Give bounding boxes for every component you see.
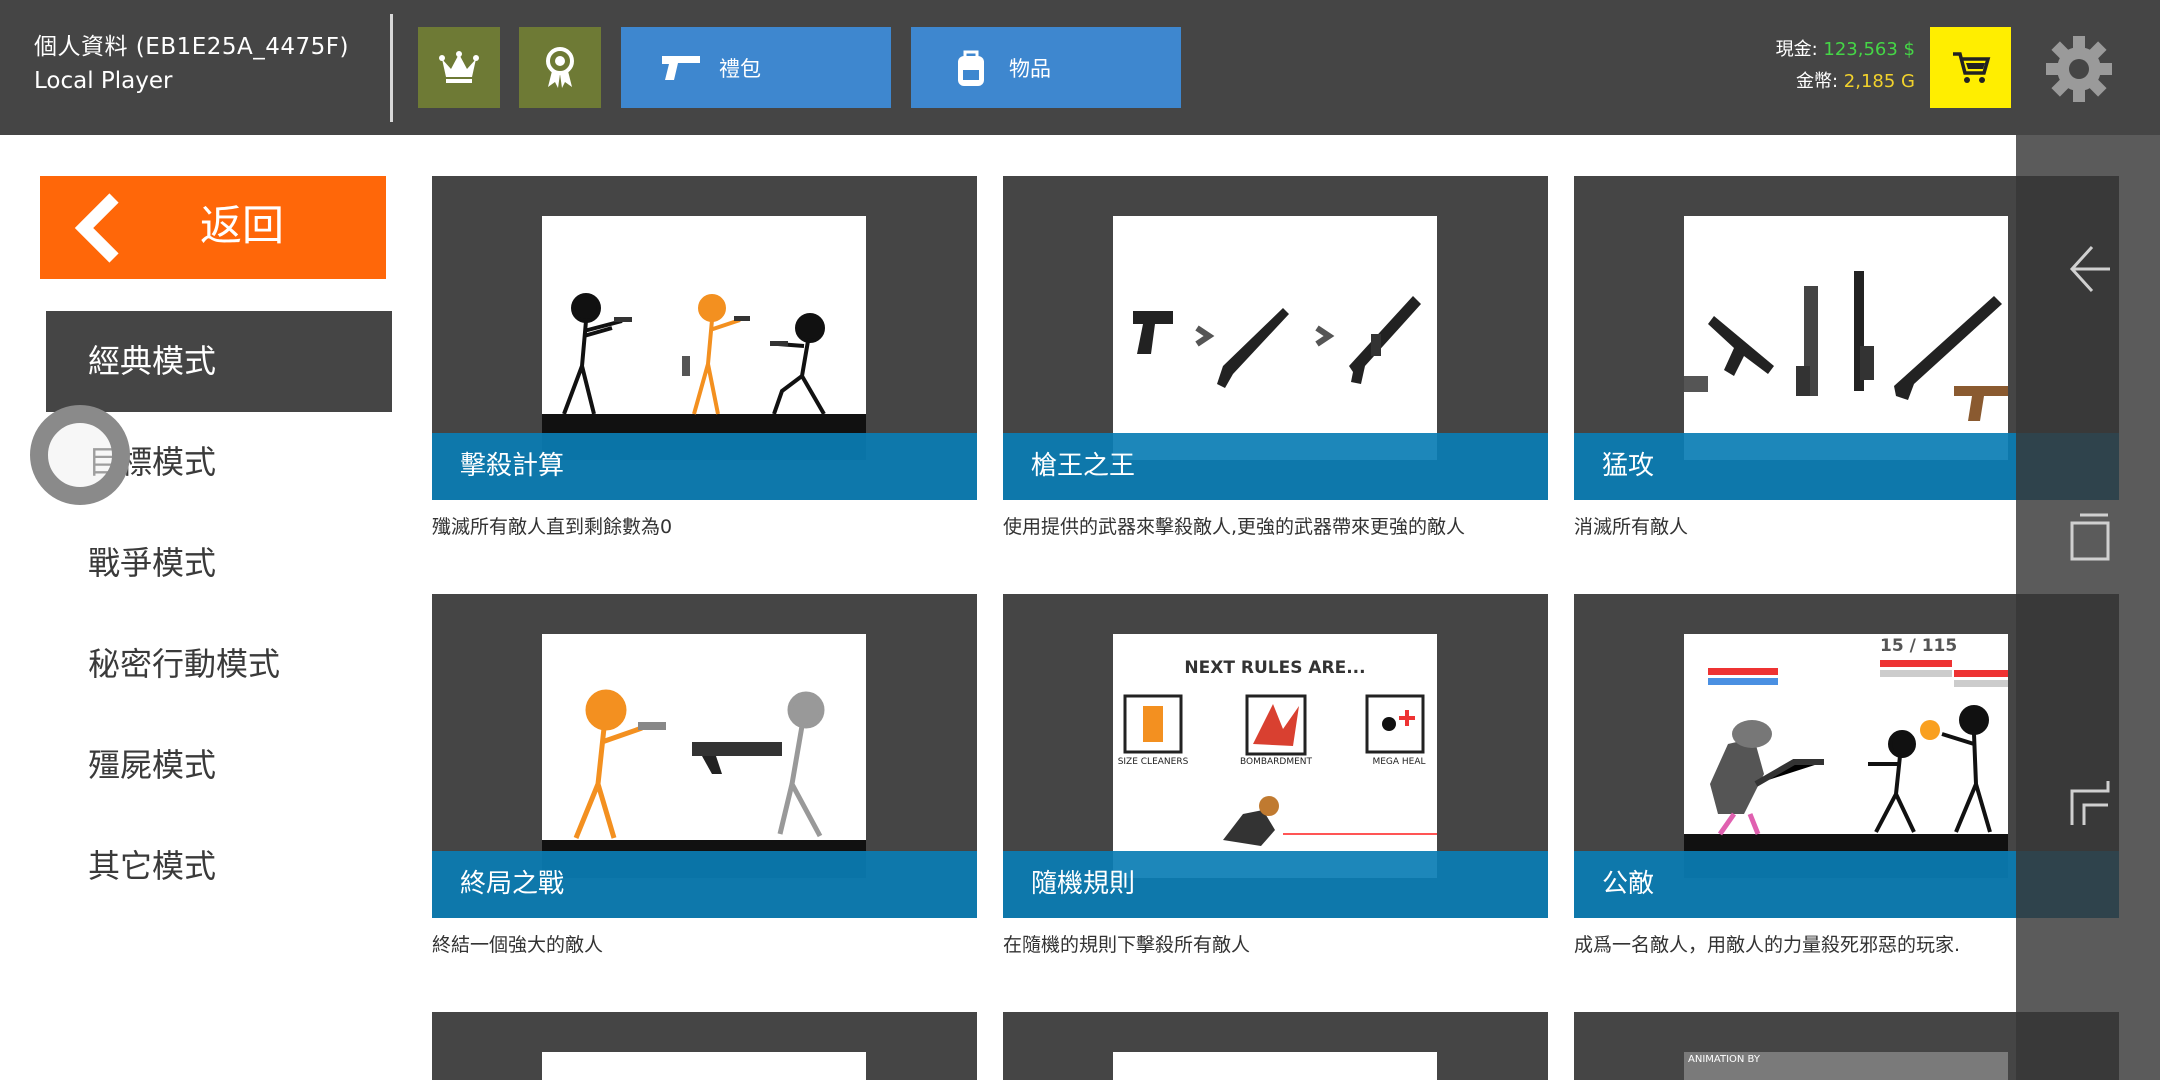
card-title: 槍王之王 xyxy=(1003,433,1548,500)
mode-item-other[interactable]: 其它模式 xyxy=(46,816,392,917)
mode-card-gun-king[interactable]: 槍王之王 xyxy=(1003,176,1548,500)
top-bar: 個人資料 (EB1E25A_4475F) Local Player 禮包 物品 … xyxy=(0,0,2160,135)
player-name: Local Player xyxy=(34,68,173,94)
back-button[interactable]: 返回 xyxy=(40,176,386,279)
items-label: 物品 xyxy=(1009,56,1051,81)
card-image xyxy=(542,216,866,460)
mode-card-final-battle[interactable]: 終局之戰 xyxy=(432,594,977,918)
system-nav-bar xyxy=(2016,135,2160,1080)
card-image: 15 / 115 xyxy=(1684,634,2008,878)
image-credit: ANIMATION BY xyxy=(1688,1054,1760,1065)
back-label: 返回 xyxy=(200,201,285,250)
rule-label: BOMBARDMENT xyxy=(1239,757,1313,767)
items-button[interactable]: 物品 xyxy=(911,27,1181,108)
touch-indicator xyxy=(30,405,130,505)
cart-icon xyxy=(1952,51,1990,83)
rule-label: SIZE CLEANERS xyxy=(1117,757,1189,767)
cash-label: 現金: xyxy=(1775,39,1818,60)
card-title: 擊殺計算 xyxy=(432,433,977,500)
gift-pack-label: 禮包 xyxy=(719,56,761,81)
shop-cart-button[interactable] xyxy=(1930,27,2011,108)
profile-block[interactable]: 個人資料 (EB1E25A_4475F) Local Player xyxy=(34,30,349,98)
card-description: 終結一個強大的敵人 xyxy=(432,934,604,956)
card-title: 終局之戰 xyxy=(432,851,977,918)
mode-card-8[interactable] xyxy=(1003,1012,1548,1080)
card-image xyxy=(1113,1052,1437,1080)
card-image xyxy=(1684,216,2008,460)
settings-button[interactable] xyxy=(2040,30,2118,108)
profile-label: 個人資料 (EB1E25A_4475F) xyxy=(34,34,349,60)
card-image xyxy=(542,634,866,878)
crown-button[interactable] xyxy=(418,27,500,108)
mode-card-kill-count[interactable]: 擊殺計算 xyxy=(432,176,977,500)
mode-item-covert[interactable]: 秘密行動模式 xyxy=(46,614,392,715)
card-description: 使用提供的武器來擊殺敵人,更強的武器帶來更強的敵人 xyxy=(1003,516,1466,538)
card-image: NEXT RULES ARE... SIZE CLEANERS BOMBARDM… xyxy=(1113,634,1437,878)
backpack-icon xyxy=(941,48,1001,88)
mode-item-war[interactable]: 戰爭模式 xyxy=(46,513,392,614)
ribbon-button[interactable] xyxy=(519,27,601,108)
card-title: 隨機規則 xyxy=(1003,851,1548,918)
currency-display: 現金: 123,563 $ 金幣: 2,185 G xyxy=(1776,34,1915,98)
gold-value: 2,185 G xyxy=(1843,71,1915,92)
gold-label: 金幣: xyxy=(1795,71,1839,92)
gold-row: 金幣: 2,185 G xyxy=(1776,66,1915,98)
mode-item-zombie[interactable]: 殭屍模式 xyxy=(46,715,392,816)
card-description: 在隨機的規則下擊殺所有敵人 xyxy=(1003,934,1251,956)
mode-grid: 擊殺計算 殲滅所有敵人直到剩餘數為0 槍王之王 使用提供的武器來擊殺敵人,更強的… xyxy=(432,176,2120,1080)
card-description: 成爲一名敵人，用敵人的力量殺死邪惡的玩家. xyxy=(1574,934,1961,956)
rule-label: MEGA HEAL xyxy=(1372,757,1426,767)
crown-icon xyxy=(439,50,479,83)
card-image xyxy=(542,1052,866,1080)
mode-item-classic[interactable]: 經典模式 xyxy=(46,311,392,412)
cash-value: 123,563 $ xyxy=(1823,39,1915,60)
ribbon-award-icon xyxy=(546,46,574,88)
gear-icon xyxy=(2046,36,2112,102)
mode-menu: 經典模式 目標模式 戰爭模式 秘密行動模式 殭屍模式 其它模式 xyxy=(46,311,392,917)
back-arrow-icon[interactable] xyxy=(2066,241,2114,297)
divider xyxy=(390,14,393,122)
card-image: ANIMATION BY xyxy=(1684,1052,2008,1080)
home-icon[interactable] xyxy=(2066,775,2114,831)
chevron-left-icon xyxy=(74,193,119,263)
gift-pack-button[interactable]: 禮包 xyxy=(621,27,891,108)
card-image xyxy=(1113,216,1437,460)
cash-row: 現金: 123,563 $ xyxy=(1776,34,1915,66)
pistol-icon xyxy=(651,54,711,82)
recent-apps-icon[interactable] xyxy=(2066,509,2114,565)
card-description: 殲滅所有敵人直到剩餘數為0 xyxy=(432,516,673,538)
mode-card-7[interactable] xyxy=(432,1012,977,1080)
mode-card-random-rules[interactable]: NEXT RULES ARE... SIZE CLEANERS BOMBARDM… xyxy=(1003,594,1548,918)
card-description: 消滅所有敵人 xyxy=(1574,516,1689,538)
